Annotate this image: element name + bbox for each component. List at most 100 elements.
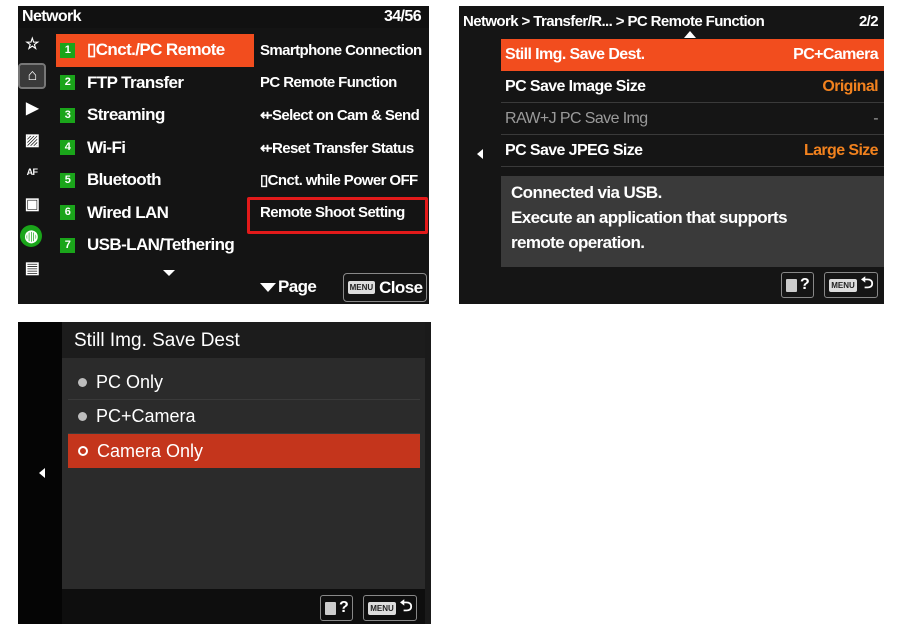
tab-indicator-icon — [684, 31, 696, 38]
menu-item-usb-lan-tethering[interactable]: 7 USB-LAN/Tethering — [56, 229, 254, 262]
footer-buttons: ? MENU ⮌ — [320, 595, 417, 621]
number-badge: 1 — [60, 42, 75, 58]
settings-list: Still Img. Save Dest. PC+Camera PC Save … — [501, 39, 884, 167]
help-label: ? — [800, 276, 810, 293]
menu-item-label: Wi-Fi — [87, 137, 126, 157]
menu-item-wifi[interactable]: 4 Wi-Fi — [56, 132, 254, 165]
number-badge: 2 — [60, 75, 75, 91]
help-button[interactable]: ? — [320, 595, 354, 621]
radio-icon — [78, 378, 87, 387]
menu-item-label: USB-LAN/Tethering — [87, 235, 235, 255]
menu-key-icon: MENU — [347, 281, 376, 294]
radio-icon — [78, 412, 87, 421]
submenu-reset-transfer-status[interactable]: ⇷Reset Transfer Status — [256, 132, 429, 165]
trash-icon — [786, 278, 798, 292]
menu-header: Network 34/56 — [18, 6, 429, 28]
setting-label: PC Save JPEG Size — [505, 141, 643, 159]
menu-footer: Page MENU Close — [256, 272, 429, 304]
back-button[interactable]: MENU ⮌ — [824, 272, 878, 298]
return-icon: ⮌ — [399, 597, 413, 615]
menu-item-cnct-pc-remote[interactable]: 1 ▯Cnct./PC Remote — [56, 34, 254, 67]
help-label: ? — [339, 599, 349, 616]
photo-edit-icon[interactable]: ▨ — [20, 129, 44, 151]
network-category-list: 1 ▯Cnct./PC Remote 2 FTP Transfer 3 Stre… — [56, 34, 254, 262]
playback-icon[interactable]: ▣ — [20, 193, 44, 215]
submenu-select-on-cam-send[interactable]: ⇷Select on Cam & Send — [256, 99, 429, 132]
option-camera-only[interactable]: Camera Only — [68, 434, 420, 468]
page-counter: 34/56 — [383, 8, 422, 25]
setting-label: RAW+J PC Save Img — [505, 109, 648, 127]
panel-footer: ? MENU ⮌ — [781, 272, 878, 298]
trash-icon — [325, 601, 337, 615]
menu-item-label: Bluetooth — [87, 170, 162, 190]
menu-item-label: FTP Transfer — [87, 72, 184, 92]
camera-play-icon[interactable]: ▶ — [20, 97, 44, 119]
options-dialog: Still Img. Save Dest PC Only PC+Camera C… — [62, 322, 425, 624]
submenu-smartphone-connection[interactable]: Smartphone Connection — [256, 34, 429, 67]
menu-item-wired-lan[interactable]: 6 Wired LAN — [56, 197, 254, 230]
menu-item-label: Wired LAN — [87, 202, 169, 222]
setting-still-img-save-dest[interactable]: Still Img. Save Dest. PC+Camera — [501, 39, 884, 71]
setting-label: Still Img. Save Dest. — [505, 46, 645, 63]
number-badge: 6 — [60, 205, 75, 221]
menu-item-ftp-transfer[interactable]: 2 FTP Transfer — [56, 67, 254, 100]
af-mf-icon[interactable]: AF — [20, 161, 44, 183]
setting-pc-save-jpeg-size[interactable]: PC Save JPEG Size Large Size — [501, 135, 884, 167]
close-label: Close — [379, 277, 423, 297]
close-button[interactable]: MENU Close — [343, 273, 427, 302]
left-arrow-icon[interactable] — [477, 149, 483, 159]
submenu-pc-remote-function[interactable]: PC Remote Function — [256, 67, 429, 100]
help-button[interactable]: ? — [781, 272, 815, 298]
option-label: PC+Camera — [96, 406, 196, 426]
submenu-cnct-while-power-off[interactable]: ▯Cnct. while Power OFF — [256, 164, 429, 197]
menu-item-label: Streaming — [87, 105, 165, 125]
breadcrumb: Network > Transfer/R... > PC Remote Func… — [463, 13, 765, 30]
menu-key-icon: MENU — [829, 278, 857, 292]
star-icon[interactable]: ☆ — [20, 33, 44, 55]
status-message: Connected via USB. Execute an applicatio… — [501, 176, 884, 267]
toolbox-icon[interactable]: ▤ — [20, 257, 44, 279]
message-line: remote operation. — [511, 233, 645, 252]
network-menu-panel: Network 34/56 ☆ ⌂ ▶ ▨ AF ▣ ◍ ▤ 1 ▯Cnct./… — [18, 6, 429, 304]
page-label: Page — [278, 277, 317, 296]
setting-value: Large Size — [803, 141, 879, 159]
setting-pc-save-image-size[interactable]: PC Save Image Size Original — [501, 71, 884, 103]
page-counter: 2/2 — [858, 13, 879, 30]
option-list: PC Only PC+Camera Camera Only — [68, 366, 420, 468]
return-icon: ⮌ — [860, 274, 874, 292]
breadcrumb-header: Network > Transfer/R... > PC Remote Func… — [459, 6, 884, 38]
save-dest-options-panel: Still Img. Save Dest PC Only PC+Camera C… — [18, 322, 431, 624]
category-icon-column: ☆ ⌂ ▶ ▨ AF ▣ ◍ ▤ — [18, 33, 46, 277]
setting-value: PC+Camera — [793, 46, 878, 63]
home-icon[interactable]: ⌂ — [18, 63, 46, 89]
message-line: Execute an application that supports — [511, 208, 788, 227]
menu-item-bluetooth[interactable]: 5 Bluetooth — [56, 164, 254, 197]
number-badge: 5 — [60, 172, 75, 188]
right-edge — [425, 322, 431, 624]
page-button[interactable]: Page — [260, 277, 317, 297]
menu-item-streaming[interactable]: 3 Streaming — [56, 99, 254, 132]
option-label: Camera Only — [97, 440, 204, 461]
setting-label: PC Save Image Size — [505, 77, 646, 95]
radio-selected-icon — [78, 446, 88, 456]
page-triangle-icon — [260, 282, 276, 292]
network-globe-icon[interactable]: ◍ — [20, 225, 42, 247]
dialog-title: Still Img. Save Dest — [62, 322, 425, 358]
menu-item-label: ▯Cnct./PC Remote — [87, 40, 225, 60]
menu-title: Network — [22, 8, 82, 25]
left-arrow-icon[interactable] — [39, 468, 45, 478]
setting-raw-j-pc-save-img[interactable]: RAW+J PC Save Img - — [501, 103, 884, 135]
scroll-down-icon — [163, 270, 175, 276]
highlight-box — [247, 197, 428, 234]
number-badge: 4 — [60, 140, 75, 156]
back-button[interactable]: MENU ⮌ — [363, 595, 417, 621]
pc-remote-function-panel: Network > Transfer/R... > PC Remote Func… — [459, 6, 884, 304]
setting-value: Original — [822, 77, 878, 95]
option-pc-camera[interactable]: PC+Camera — [68, 400, 420, 434]
message-line: Connected via USB. — [511, 183, 662, 202]
number-badge: 3 — [60, 107, 75, 123]
option-pc-only[interactable]: PC Only — [68, 366, 420, 400]
menu-key-icon: MENU — [368, 601, 396, 615]
dialog-footer: ? MENU ⮌ — [62, 589, 425, 624]
left-edge — [18, 322, 62, 624]
